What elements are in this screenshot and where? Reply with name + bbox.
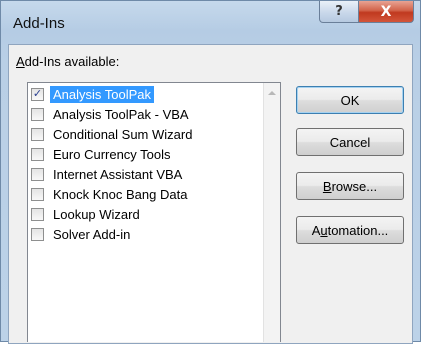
- list-item[interactable]: Internet Assistant VBA: [31, 165, 185, 184]
- checkbox[interactable]: [31, 128, 44, 141]
- list-item-label: Solver Add-in: [53, 227, 131, 242]
- add-ins-listbox[interactable]: ✓ Analysis ToolPak Analysis ToolPak - VBA C…: [27, 82, 281, 342]
- list-item-label: Lookup Wizard: [53, 207, 140, 222]
- checkbox[interactable]: [31, 188, 44, 201]
- checkbox[interactable]: [31, 228, 44, 241]
- list-item-label: Analysis ToolPak - VBA: [53, 107, 189, 122]
- list-item[interactable]: Conditional Sum Wizard: [31, 125, 195, 144]
- list-item-label: Internet Assistant VBA: [53, 167, 183, 182]
- close-button[interactable]: X: [358, 1, 414, 23]
- checkmark-icon: ✓: [32, 88, 43, 100]
- checkbox[interactable]: [31, 208, 44, 221]
- browse-button[interactable]: Browse...: [296, 172, 404, 200]
- dialog-title: Add-Ins: [13, 15, 65, 32]
- list-item-label: Knock Knoc Bang Data: [53, 187, 188, 202]
- ok-button[interactable]: OK: [296, 86, 404, 114]
- list-item-label: Conditional Sum Wizard: [53, 127, 193, 142]
- checkbox[interactable]: [31, 108, 44, 121]
- checkbox[interactable]: [31, 148, 44, 161]
- checkbox[interactable]: ✓: [31, 88, 44, 101]
- list-item[interactable]: Euro Currency Tools: [31, 145, 174, 164]
- list-item[interactable]: Lookup Wizard: [31, 205, 143, 224]
- automation-button[interactable]: Au tomation...: [296, 216, 404, 244]
- scroll-up-arrow-icon[interactable]: [268, 91, 276, 95]
- help-button[interactable]: ?: [319, 1, 359, 23]
- list-item[interactable]: ✓ Analysis ToolPak: [31, 85, 155, 104]
- list-item-label: Analysis ToolPak: [50, 86, 155, 103]
- checkbox[interactable]: [31, 168, 44, 181]
- close-icon: X: [380, 3, 392, 20]
- vertical-scrollbar[interactable]: [263, 83, 280, 342]
- list-item[interactable]: Solver Add-in: [31, 225, 133, 244]
- list-item-label: Euro Currency Tools: [53, 147, 171, 162]
- cancel-button[interactable]: Cancel: [296, 128, 404, 156]
- help-icon: ?: [335, 4, 343, 19]
- list-item[interactable]: Analysis ToolPak - VBA: [31, 105, 192, 124]
- add-ins-available-label: Add-Ins available:: [16, 54, 120, 69]
- list-item[interactable]: Knock Knoc Bang Data: [31, 185, 190, 204]
